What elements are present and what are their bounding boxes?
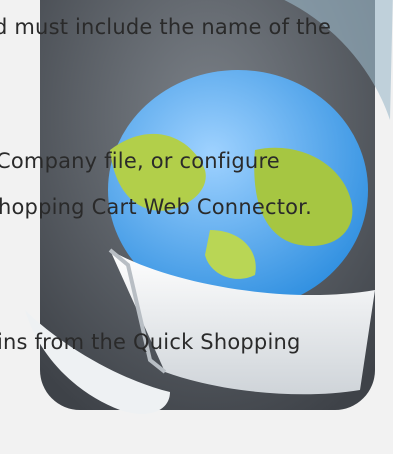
instruction-line: Company file, or configure (0, 149, 280, 173)
instruction-line: hopping Cart Web Connector. (0, 195, 312, 219)
instruction-line: ins from the Quick Shopping (0, 330, 301, 354)
instruction-line: d must include the name of the (0, 15, 332, 39)
globe-basket-icon (25, 0, 393, 414)
web-connector-icon (0, 0, 393, 450)
